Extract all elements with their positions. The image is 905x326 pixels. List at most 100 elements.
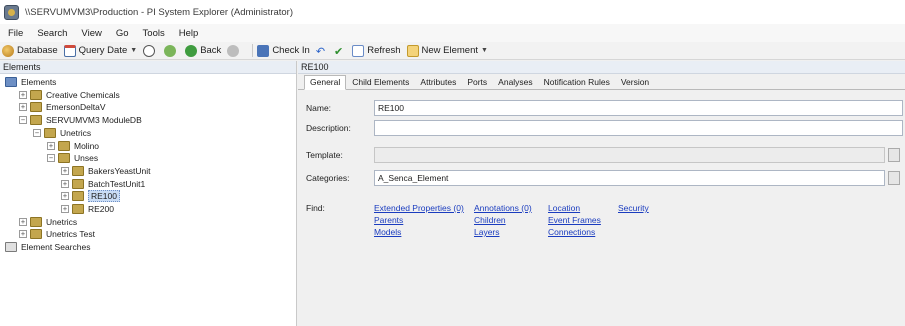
forward-arrow-icon [227, 44, 240, 57]
find-link-children[interactable]: Children [474, 215, 506, 225]
back-arrow-icon [185, 44, 198, 57]
clock-icon [143, 44, 156, 57]
categories-browse-button[interactable] [888, 171, 900, 185]
tab-analyses[interactable]: Analyses [493, 76, 538, 89]
categories-row: Categories: A_Senca_Element [306, 169, 885, 187]
toolbar-divider [252, 44, 254, 57]
menu-help[interactable]: Help [179, 28, 199, 39]
collapse-icon[interactable]: − [47, 154, 55, 163]
description-input[interactable] [374, 120, 903, 136]
query-date-button[interactable]: Query Date ▼ [63, 44, 137, 57]
collapse-icon[interactable]: − [33, 128, 41, 137]
find-link-annotations-0[interactable]: Annotations (0) [474, 203, 532, 213]
tab-notification-rules[interactable]: Notification Rules [539, 76, 615, 89]
tree-item-unses[interactable]: − Unses [47, 152, 98, 164]
confirm-button[interactable]: ✔ [334, 45, 346, 58]
tree-item-label: Unetrics Test [46, 229, 95, 240]
tree-item-label: Molino [74, 140, 100, 151]
element-icon [72, 191, 84, 202]
tree-item-creative-chemicals[interactable]: + Creative Chemicals [19, 89, 120, 101]
tree-item-unetrics[interactable]: − Unetrics [33, 127, 91, 139]
expand-icon[interactable]: + [61, 166, 69, 175]
refresh-label: Refresh [367, 45, 401, 56]
elements-pane-header: Elements [0, 61, 296, 74]
tree-item-bakersyeastunit[interactable]: + BakersYeastUnit [61, 165, 151, 177]
tree-item-unetrics-test[interactable]: + Unetrics Test [19, 228, 95, 240]
expand-icon[interactable]: + [19, 103, 27, 112]
tree-item-re200[interactable]: + RE200 [61, 203, 114, 215]
find-link-parents[interactable]: Parents [374, 215, 403, 225]
menu-file[interactable]: File [8, 28, 23, 39]
tree-item-emersondeltav[interactable]: + EmersonDeltaV [19, 101, 106, 113]
toolbar: Database Query Date ▼ Back Check In ↶ ✔ … [0, 42, 905, 60]
tab-attributes[interactable]: Attributes [415, 76, 461, 89]
tab-child-elements[interactable]: Child Elements [347, 76, 414, 89]
expand-icon[interactable]: + [61, 179, 69, 188]
menu-bar: File Search View Go Tools Help [0, 24, 905, 42]
tree-item-molino[interactable]: + Molino [47, 140, 99, 152]
find-link-security[interactable]: Security [618, 203, 649, 213]
element-search-icon [5, 242, 17, 253]
new-element-icon [406, 44, 419, 57]
check-in-button[interactable]: Check In [257, 44, 310, 57]
menu-tools[interactable]: Tools [143, 28, 165, 39]
database-label: Database [17, 45, 58, 56]
element-icon [72, 165, 84, 176]
find-link-event-frames[interactable]: Event Frames [548, 215, 601, 225]
back-button[interactable]: Back [185, 44, 221, 57]
element-icon [58, 153, 70, 164]
tree-item-label: RE200 [88, 204, 114, 214]
menu-go[interactable]: Go [116, 28, 129, 39]
expand-icon[interactable]: + [61, 192, 69, 201]
menu-view[interactable]: View [81, 28, 101, 39]
menu-search[interactable]: Search [37, 28, 67, 39]
find-link-models[interactable]: Models [374, 227, 401, 237]
element-details-pane: RE100 General Child Elements Attributes Por… [298, 61, 905, 326]
window-title: \\SERVUMVM3\Production - PI System Explo… [25, 6, 294, 18]
template-label: Template: [306, 150, 343, 160]
categories-input[interactable]: A_Senca_Element [374, 170, 885, 186]
template-browse-button[interactable] [888, 148, 900, 162]
tree-item-re100[interactable]: + RE100 [61, 190, 120, 203]
tree-item-batchtestunit1[interactable]: + BatchTestUnit1 [61, 178, 145, 190]
tree-item-label: EmersonDeltaV [46, 102, 106, 113]
expand-icon[interactable]: + [47, 141, 55, 150]
undo-button[interactable]: ↶ [316, 45, 328, 58]
tree-item-unetrics[interactable]: + Unetrics [19, 216, 77, 228]
description-row: Description: [306, 119, 903, 137]
tab-general[interactable]: General [304, 75, 347, 90]
query-date-label: Query Date [78, 45, 128, 56]
find-link-location[interactable]: Location [548, 203, 580, 213]
tab-version[interactable]: Version [616, 76, 654, 89]
plugin-button[interactable] [164, 44, 179, 57]
new-element-button[interactable]: New Element ▼ [406, 44, 488, 57]
tree-item-label: Unses [74, 153, 99, 164]
template-input [374, 147, 885, 163]
elements-root-icon [5, 77, 17, 87]
element-icon [30, 115, 42, 126]
element-icon [30, 216, 42, 227]
tree-item-servumvm3-moduledb[interactable]: − SERVUMVM3 ModuleDB [19, 114, 142, 126]
element-icon [72, 178, 84, 189]
tab-ports[interactable]: Ports [462, 76, 492, 89]
tree-item-element-searches[interactable]: Element Searches [5, 241, 90, 253]
refresh-button[interactable]: Refresh [352, 44, 401, 57]
calendar-icon [63, 44, 76, 57]
forward-button[interactable] [227, 44, 242, 57]
name-input[interactable]: RE100 [374, 100, 903, 116]
expand-icon[interactable]: + [19, 217, 27, 226]
tree-item-elements[interactable]: Elements [5, 76, 56, 88]
tree-item-label: Creative Chemicals [46, 89, 120, 100]
find-link-extended-properties-0[interactable]: Extended Properties (0) [374, 203, 464, 213]
find-link-layers[interactable]: Layers [474, 227, 500, 237]
expand-icon[interactable]: + [19, 230, 27, 239]
title-bar: \\SERVUMVM3\Production - PI System Explo… [0, 0, 905, 24]
description-label: Description: [306, 123, 351, 133]
database-button[interactable]: Database [2, 44, 58, 57]
collapse-icon[interactable]: − [19, 116, 27, 125]
expand-icon[interactable]: + [19, 90, 27, 99]
clock-button[interactable] [143, 44, 158, 57]
expand-icon[interactable]: + [61, 205, 69, 213]
find-link-connections[interactable]: Connections [548, 227, 595, 237]
database-icon [2, 44, 14, 57]
